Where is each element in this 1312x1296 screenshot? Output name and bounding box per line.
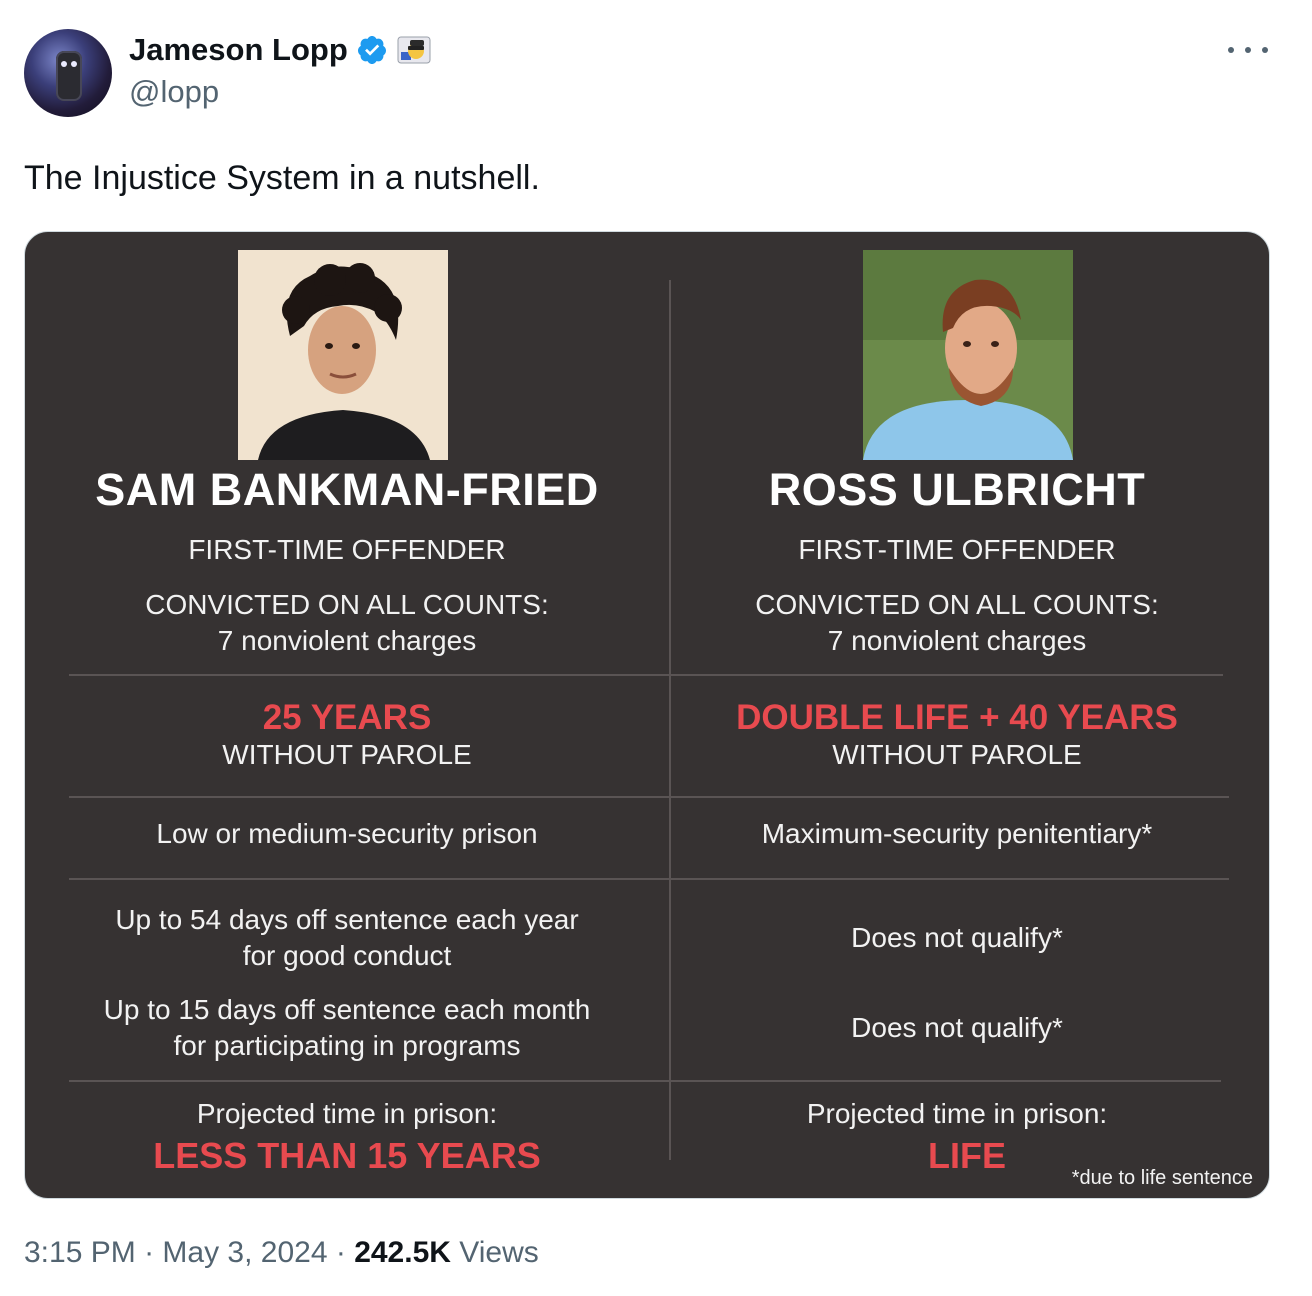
right-person-name: ROSS ULBRICHT [768, 464, 1146, 515]
footnote: *due to life sentence [1071, 1167, 1253, 1189]
row-divider [69, 1080, 1221, 1082]
right-projected-label: Projected time in prison: [806, 1098, 1108, 1129]
sam-bankman-fried-photo [238, 250, 448, 460]
avatar-eye [61, 61, 67, 67]
separator-dot: · [335, 1236, 355, 1269]
ross-ulbricht-photo [863, 250, 1073, 460]
tweet-meta: 3:15 PM · May 3, 2024 · 242.5K Views [24, 1236, 539, 1270]
sunglasses-emoji-icon [397, 36, 431, 64]
tweet-date[interactable]: May 3, 2024 [162, 1236, 327, 1269]
dot [1228, 47, 1234, 53]
left-programs: Up to 15 days off sentence each month fo… [37, 992, 657, 1064]
separator-dot: · [144, 1236, 163, 1269]
avatar-eye [71, 61, 77, 67]
dot [1245, 47, 1251, 53]
more-options-icon[interactable] [1228, 36, 1268, 64]
verified-badge-icon[interactable] [356, 34, 388, 66]
avatar-figure [56, 51, 82, 101]
left-programs-line2: for participating in programs [173, 1030, 521, 1061]
right-convicted-label: CONVICTED ON ALL COUNTS: [755, 589, 1159, 620]
left-good-conduct-line1: Up to 54 days off sentence each year [115, 904, 579, 935]
tweet-time[interactable]: 3:15 PM [24, 1236, 136, 1269]
left-person-name: SAM BANKMAN-FRIED [95, 464, 599, 515]
views-count: 242.5K [354, 1236, 451, 1269]
left-offender-status: FIRST-TIME OFFENDER [188, 534, 506, 565]
right-programs: Does not qualify* [851, 1012, 1063, 1043]
left-security-level: Low or medium-security prison [156, 818, 538, 849]
left-good-conduct: Up to 54 days off sentence each year for… [37, 902, 657, 974]
left-programs-line1: Up to 15 days off sentence each month [103, 994, 591, 1025]
row-divider [69, 674, 1223, 676]
right-security-level: Maximum-security penitentiary* [761, 818, 1153, 849]
author-name[interactable]: Jameson Lopp [129, 32, 348, 68]
right-charges: 7 nonviolent charges [827, 625, 1087, 656]
right-offender-status: FIRST-TIME OFFENDER [798, 534, 1116, 565]
left-sentence: 25 YEARS [262, 698, 432, 737]
avatar[interactable] [24, 29, 112, 117]
left-good-conduct-line2: for good conduct [242, 940, 452, 971]
right-conviction: CONVICTED ON ALL COUNTS: 7 nonviolent ch… [647, 587, 1267, 659]
dot [1262, 47, 1268, 53]
views-label: Views [459, 1236, 539, 1269]
left-projected-value: LESS THAN 15 YEARS [153, 1135, 541, 1176]
row-divider [69, 796, 1229, 798]
left-charges: 7 nonviolent charges [217, 625, 477, 656]
left-convicted-label: CONVICTED ON ALL COUNTS: [145, 589, 549, 620]
tweet-image[interactable]: SAM BANKMAN-FRIED FIRST-TIME OFFENDER CO… [24, 231, 1270, 1199]
author-handle[interactable]: @lopp [129, 74, 219, 110]
right-parole: WITHOUT PAROLE [832, 739, 1082, 770]
author-name-row: Jameson Lopp [129, 30, 432, 70]
left-projected-label: Projected time in prison: [196, 1098, 498, 1129]
tweet-text: The Injustice System in a nutshell. [24, 159, 540, 197]
right-sentence: DOUBLE LIFE + 40 YEARS [736, 698, 1178, 737]
left-conviction: CONVICTED ON ALL COUNTS: 7 nonviolent ch… [37, 587, 657, 659]
row-divider [69, 878, 1229, 880]
right-good-conduct: Does not qualify* [851, 922, 1063, 953]
left-parole: WITHOUT PAROLE [222, 739, 472, 770]
